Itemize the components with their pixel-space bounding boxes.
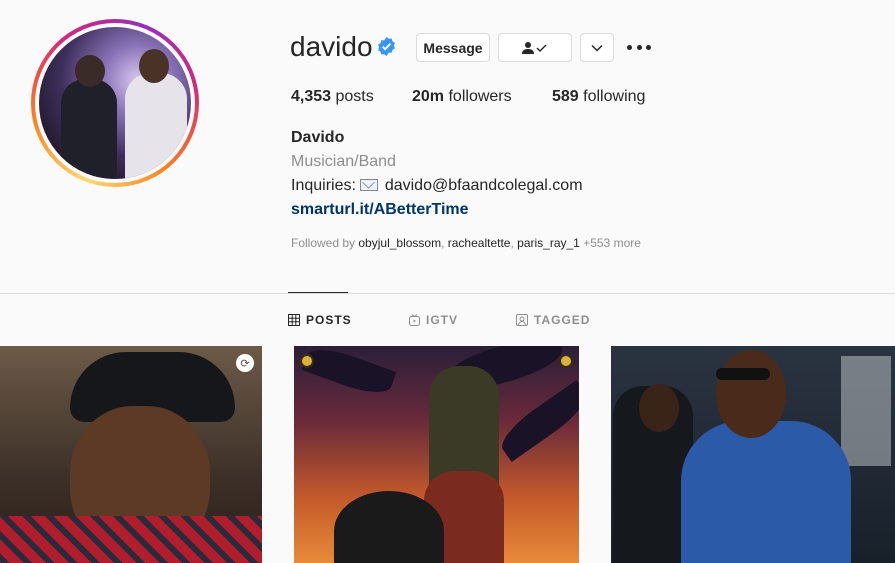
profile-page: davido Message 4,353 posts 20m followers… [0, 0, 895, 563]
tab-posts[interactable]: POSTS [288, 313, 352, 327]
followers-stat[interactable]: 20m followers [412, 88, 512, 106]
post-thumbnail[interactable]: ⟳ [0, 346, 262, 563]
profile-full-name: Davido [291, 129, 345, 146]
tabs-divider [0, 293, 895, 294]
tab-tagged[interactable]: TAGGED [516, 313, 590, 327]
chevron-down-icon [591, 44, 603, 52]
igtv-icon [409, 314, 420, 326]
profile-username: davido [290, 31, 373, 62]
follower-user: paris_ray_1 [517, 236, 580, 250]
tagged-icon [516, 314, 528, 326]
envelope-icon [360, 178, 379, 191]
album-badge-icon [559, 354, 573, 368]
album-badge-icon [300, 354, 314, 368]
following-button[interactable] [498, 33, 572, 62]
profile-bio: Inquiries: davido@bfaandcolegal.com [291, 177, 583, 194]
person-check-icon [522, 41, 547, 54]
tab-igtv[interactable]: IGTV [409, 313, 458, 327]
more-options-icon[interactable] [627, 37, 651, 57]
avatar-photo [39, 27, 191, 179]
reel-icon: ⟳ [236, 354, 254, 372]
follower-user: obyjul_blossom [358, 236, 442, 250]
profile-category: Musician/Band [291, 153, 396, 170]
followed-by[interactable]: Followed by obyjul_blossom, rachealtette… [291, 236, 641, 250]
posts-stat: 4,353 posts [291, 88, 374, 105]
bio-email: davido@bfaandcolegal.com [384, 177, 583, 194]
suggested-dropdown-button[interactable] [580, 33, 614, 62]
active-tab-indicator [288, 292, 348, 293]
post-thumbnail[interactable] [611, 346, 895, 563]
profile-avatar[interactable] [31, 19, 199, 187]
following-stat[interactable]: 589 following [552, 88, 645, 106]
post-thumbnail[interactable] [294, 346, 579, 563]
follower-user: rachealtette [447, 236, 511, 250]
grid-icon [288, 314, 300, 326]
profile-link[interactable]: smarturl.it/ABetterTime [291, 201, 469, 219]
verified-badge-icon [378, 37, 395, 56]
message-button[interactable]: Message [416, 33, 490, 62]
